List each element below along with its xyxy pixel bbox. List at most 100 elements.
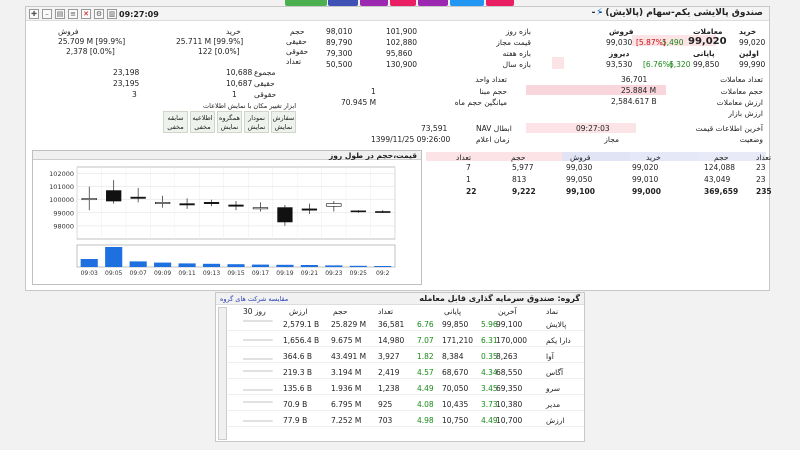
gh-vol: حجم <box>333 307 348 316</box>
expand-icon[interactable]: ✚ <box>29 9 39 19</box>
volume-bar <box>251 264 270 267</box>
group-row-vol: 1.936 M <box>331 384 362 393</box>
ob-header-sell-vol: حجم <box>511 153 526 162</box>
toggle-chart-button[interactable]: نمودار نمایش <box>244 111 269 133</box>
chart-title: قیمت،حجم در طول روز <box>328 151 417 160</box>
ob-header-buy-price: خرید <box>646 153 661 162</box>
ob-buy-price[interactable]: 99,020 <box>632 163 658 172</box>
group-row-vol: 9.675 M <box>331 336 362 345</box>
group-row-vol: 3.194 M <box>331 368 362 377</box>
ob-sell-vol[interactable]: 9,222 <box>512 187 536 196</box>
ob-buy-vol[interactable]: 43,049 <box>704 175 730 184</box>
label-yesterday: دیروز <box>609 49 630 58</box>
volume-bar <box>154 262 172 267</box>
ob-buy-vol[interactable]: 369,659 <box>704 187 738 196</box>
close-value: 99,850 <box>693 60 720 69</box>
x-tick-label: 09:03 <box>81 270 98 277</box>
volume-bar <box>325 265 343 267</box>
group-row-last-pct: 0.35 <box>481 352 498 361</box>
y-tick-label: 99000 <box>53 209 74 217</box>
list-icon[interactable]: ≡ <box>68 9 78 19</box>
ob-sell-price[interactable]: 99,100 <box>566 187 595 196</box>
candle-body <box>252 207 269 210</box>
group-row-close: 99,850 <box>442 320 469 329</box>
label-status: وضعیت <box>739 135 763 144</box>
group-row-count: 36,581 <box>378 320 405 329</box>
gh-30day: 30 روز <box>243 307 266 316</box>
x-tick-label: 09:15 <box>227 270 244 277</box>
toggle-group-button[interactable]: همگروه نمایش <box>217 111 242 133</box>
x-tick-label: 09:05 <box>105 270 122 277</box>
ob-buy-price[interactable]: 99,010 <box>632 175 658 184</box>
group-row-close: 171,210 <box>442 336 474 345</box>
volume-bar <box>202 263 221 267</box>
group-row-last: 10,380 <box>496 400 523 409</box>
buy-real: 25.711 M [99.9%] <box>176 37 244 46</box>
tools-icon[interactable]: ✕ <box>81 9 91 19</box>
chart-icon[interactable]: ▥ <box>107 9 117 19</box>
ob-buy-vol[interactable]: 124,088 <box>704 163 735 172</box>
toggle-orders-button[interactable]: سفارش نمایش <box>271 111 296 133</box>
toggle-history-button[interactable]: سابقه مخفی <box>163 111 188 133</box>
minimize-icon[interactable]: – <box>42 9 52 19</box>
ob-header-buy-count: تعداد <box>756 153 772 162</box>
group-panel: گروه: صندوق سرمایه گذاری قابل معامله مقا… <box>215 292 585 442</box>
group-row-last-pct: 5.96 <box>481 320 498 329</box>
ob-buy-count[interactable]: 23 <box>756 175 766 184</box>
candle-body <box>154 202 171 204</box>
label-trades-count: تعداد معاملات <box>720 75 763 84</box>
ob-sell-price[interactable]: 99,050 <box>566 175 592 184</box>
candle-body <box>375 211 391 213</box>
label-legal-count: حقوقی <box>254 90 277 99</box>
ob-buy-price[interactable]: 99,000 <box>632 187 661 196</box>
group-row-close: 68,670 <box>442 368 469 377</box>
total-sell: 23,198 <box>113 68 140 77</box>
ob-sell-count[interactable]: 1 <box>466 175 471 184</box>
group-row-vol: 25.829 M <box>331 320 367 329</box>
group-row-value: 1,656.4 B <box>283 336 320 345</box>
ob-buy-count[interactable]: 235 <box>756 187 772 196</box>
group-row[interactable]: آوا 8,263 0.35 8,384 1.82 3,927 43.491 M 364.6 … <box>228 349 584 363</box>
group-row-last-pct: 3.73 <box>481 400 498 409</box>
group-row[interactable]: ارزش 10,700 4.49 10,750 4.98 703 7.252 M 77.9 B <box>228 413 584 427</box>
group-row-last: 170,000 <box>496 336 528 345</box>
group-row-close: 10,435 <box>442 400 469 409</box>
ob-sell-count[interactable]: 22 <box>466 187 476 196</box>
sell-real: 25.709 M [99.9%] <box>58 37 126 46</box>
label-market-value: ارزش بازار <box>728 109 763 118</box>
group-row[interactable]: مدیر 10,380 3.73 10,435 4.08 925 6.795 M 70.9 B <box>228 397 584 411</box>
group-row[interactable]: سرو 69,350 3.45 70,050 4.49 1,238 1.936 M 135.6… <box>228 381 584 395</box>
ob-buy-count[interactable]: 23 <box>756 163 766 172</box>
compare-group-link[interactable]: مقایسه شرکت های گروه <box>220 295 288 303</box>
group-row-value: 77.9 B <box>283 416 308 425</box>
toggle-notice-button[interactable]: اطلاعیه مخفی <box>190 111 215 133</box>
trades-count: 36,701 <box>621 75 648 84</box>
clock: 09:27:09 <box>119 10 159 19</box>
y-tick-label: 102000 <box>49 170 74 178</box>
group-row[interactable]: پالایش 99,100 5.96 99,850 6.76 36,581 25.829 M… <box>228 317 584 331</box>
ob-sell-vol[interactable]: 5,977 <box>512 163 533 172</box>
group-row[interactable]: آگاس 68,550 4.34 68,670 4.57 2,419 3.194 M 219.… <box>228 365 584 379</box>
candle-body <box>81 198 97 201</box>
sparkline-30d <box>243 420 273 422</box>
label-legal: حقوقی <box>286 47 309 56</box>
sparkline-30d <box>243 339 273 341</box>
label-buy: خرید <box>739 27 757 36</box>
group-row-count: 925 <box>378 400 393 409</box>
group-row-value: 135.6 B <box>283 384 313 393</box>
label-close: پایانی <box>693 49 715 58</box>
last-update: 09:27:03 <box>576 124 610 133</box>
ob-sell-count[interactable]: 7 <box>466 163 471 172</box>
group-row[interactable]: دارا یکم 170,000 6.31 171,210 7.07 14,980 9.67… <box>228 333 584 347</box>
settings-icon[interactable]: ⚙ <box>94 9 104 19</box>
group-row-close-pct: 4.57 <box>417 368 434 377</box>
candlestick-chart: 102000 101000 100000 99000 98000 09:03 09:05 09… <box>49 166 396 277</box>
group-scrollbar[interactable] <box>218 307 227 440</box>
label-unit-count: تعداد واحد <box>475 75 507 84</box>
label-own-buy: خرید <box>226 27 241 36</box>
gh-count: تعداد <box>378 307 394 316</box>
group-row-count: 14,980 <box>378 336 405 345</box>
ob-sell-price[interactable]: 99,030 <box>566 163 592 172</box>
ob-sell-vol[interactable]: 813 <box>512 175 526 184</box>
document-icon[interactable]: ▤ <box>55 9 65 19</box>
